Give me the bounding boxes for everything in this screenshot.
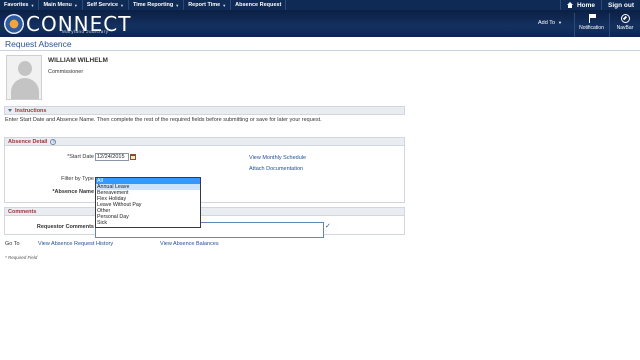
navbar-button[interactable]: NavBar	[609, 13, 640, 37]
help-icon[interactable]: ?	[50, 138, 57, 145]
filter-by-type-label: Filter by Type	[61, 176, 94, 182]
collapse-triangle-icon	[8, 109, 12, 112]
spell-check-icon[interactable]: ✓	[325, 222, 331, 230]
chevron-down-icon: ▼	[222, 2, 227, 8]
notification-label: Notification	[579, 25, 604, 31]
page-title: Request Absence	[5, 39, 72, 49]
breadcrumb-time-reporting-label: Time Reporting	[132, 2, 174, 8]
chevron-down-icon: ▼	[30, 2, 35, 8]
start-date-field[interactable]: 12/24/2015	[95, 153, 129, 161]
flag-icon	[587, 14, 597, 23]
comments-header: Comments	[4, 207, 405, 216]
menu-favorites-label: Favorites	[4, 2, 29, 8]
chevron-down-icon: ▼	[175, 2, 180, 8]
avatar-body	[11, 78, 39, 99]
seal-icon	[4, 13, 24, 34]
menu-main-menu[interactable]: Main Menu ▼	[39, 0, 83, 10]
attach-documentation-link[interactable]: Attach Documentation	[249, 166, 303, 172]
dropdown-option[interactable]: Sick	[96, 220, 200, 226]
menu-favorites[interactable]: Favorites ▼	[0, 0, 40, 10]
add-to-menu[interactable]: Add To ▼	[538, 20, 562, 26]
title-divider	[0, 50, 640, 51]
home-icon	[566, 2, 574, 8]
required-field-note: * Required Field	[5, 255, 38, 260]
avatar-head	[18, 61, 32, 76]
breadcrumb-absence-request[interactable]: Absence Request	[231, 0, 287, 10]
chevron-down-icon: ▼	[73, 2, 78, 8]
view-absence-balances-link[interactable]: View Absence Balances	[160, 241, 219, 247]
chevron-down-icon: ▼	[120, 2, 124, 8]
calendar-icon[interactable]	[130, 154, 136, 160]
goto-label: Go To	[5, 241, 20, 247]
absence-detail-header-label: Absence Detail	[8, 138, 48, 145]
add-to-label: Add To	[538, 20, 556, 26]
chevron-down-icon: ▼	[558, 20, 562, 25]
sign-out-label: Sign out	[608, 1, 634, 9]
view-monthly-schedule-link[interactable]: View Monthly Schedule	[249, 155, 306, 161]
compass-icon	[620, 14, 630, 23]
instructions-header-label: Instructions	[15, 107, 47, 114]
breadcrumb-report-time-label: Report Time	[188, 2, 221, 8]
absence-name-label: *Absence Name	[52, 189, 94, 195]
sign-out-button[interactable]: Sign out	[601, 0, 640, 10]
employee-name: WILLIAM WILHELM	[48, 57, 108, 64]
absence-detail-header: Absence Detail ?	[4, 137, 405, 146]
instructions-text: Enter Start Date and Absence Name. Then …	[5, 117, 322, 123]
breadcrumb-time-reporting[interactable]: Time Reporting ▼	[129, 0, 185, 10]
top-menu-bar: Favorites ▼ Main Menu ▼ Self Service ▼ Time…	[0, 0, 640, 10]
breadcrumb-self-service-label: Self Service	[86, 2, 119, 8]
breadcrumb-self-service[interactable]: Self Service ▼	[83, 0, 129, 10]
navbar-label: NavBar	[616, 25, 634, 31]
menu-main-menu-label: Main Menu	[43, 2, 72, 8]
start-date-label: *Start Date	[67, 154, 94, 160]
logo-subtitle: Maryland Judiciary	[62, 29, 109, 34]
filter-type-dropdown-list[interactable]: All Annual Leave Bereavement Flex Holida…	[95, 177, 201, 228]
view-absence-request-history-link[interactable]: View Absence Request History	[38, 241, 113, 247]
menubar-right: Home Sign out	[559, 0, 640, 10]
breadcrumb-report-time[interactable]: Report Time ▼	[184, 0, 232, 10]
home-label: Home	[576, 1, 595, 9]
employee-title: Commissioner	[48, 69, 84, 75]
breadcrumb-absence-request-label: Absence Request	[235, 2, 282, 8]
notification-button[interactable]: Notification	[574, 13, 608, 37]
requestor-comments-label: Requestor Comments	[36, 224, 94, 230]
avatar	[6, 55, 42, 100]
comments-header-label: Comments	[8, 208, 37, 215]
instructions-header[interactable]: Instructions	[4, 106, 405, 115]
home-button[interactable]: Home	[559, 0, 601, 10]
